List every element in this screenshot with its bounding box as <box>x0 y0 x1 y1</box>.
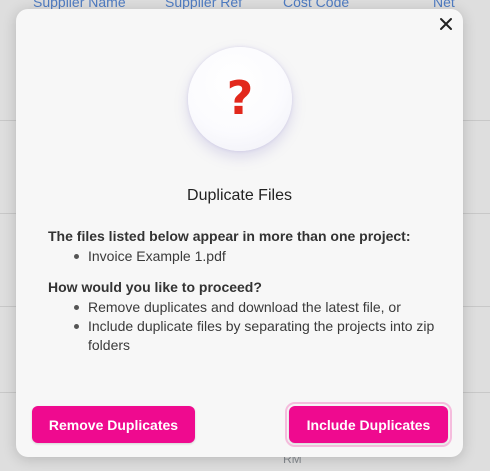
include-duplicates-button[interactable]: Include Duplicates <box>285 402 452 447</box>
question-mark-icon: ? <box>188 47 292 151</box>
duplicate-file-item: Invoice Example 1.pdf <box>74 247 443 266</box>
option-item-include: Include duplicate files by separating th… <box>74 317 443 355</box>
dialog-title: Duplicate Files <box>187 187 292 204</box>
question-mark-symbol: ? <box>226 71 254 125</box>
duplicate-file-list: Invoice Example 1.pdf <box>48 247 443 266</box>
proceed-heading: How would you like to proceed? <box>48 279 262 295</box>
close-button[interactable] <box>435 13 457 35</box>
close-icon <box>440 18 452 30</box>
files-heading: The files listed below appear in more th… <box>48 228 411 244</box>
option-item-remove: Remove duplicates and download the lates… <box>74 298 443 317</box>
remove-duplicates-button[interactable]: Remove Duplicates <box>32 406 195 443</box>
dialog-body: The files listed below appear in more th… <box>48 227 443 355</box>
duplicate-files-dialog: ? Duplicate Files The files listed below… <box>16 9 463 457</box>
options-list: Remove duplicates and download the lates… <box>48 298 443 355</box>
